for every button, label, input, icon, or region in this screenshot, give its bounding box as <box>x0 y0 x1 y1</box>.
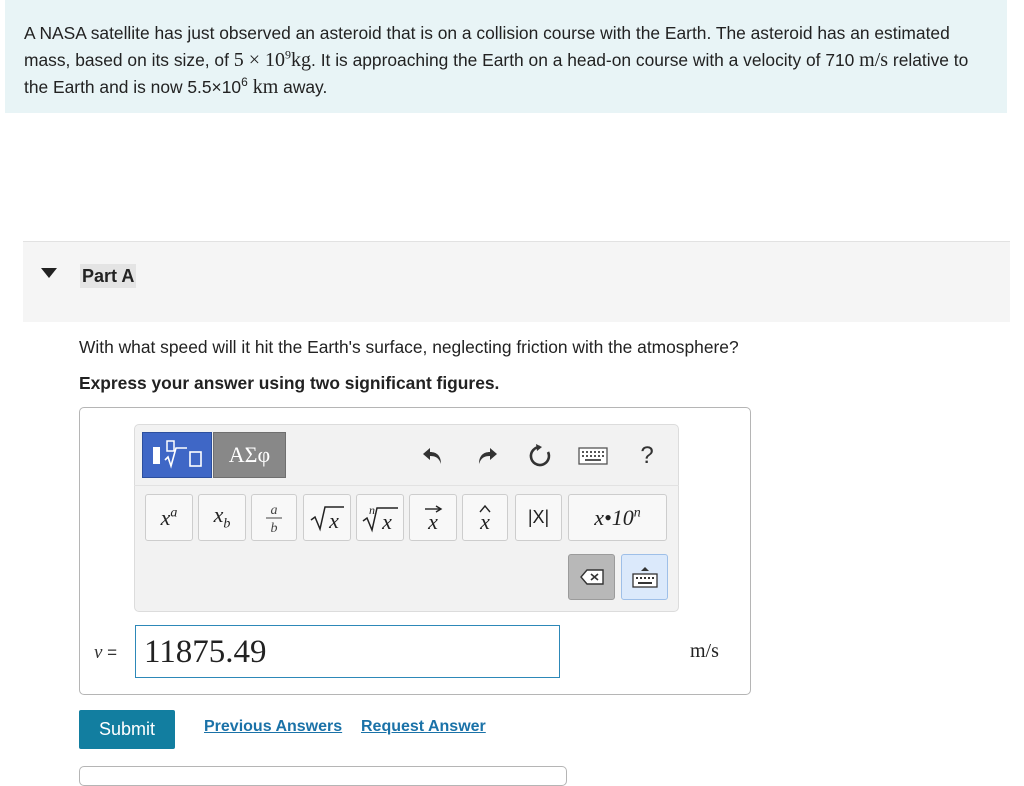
velocity-unit: m/s <box>859 49 889 71</box>
svg-text:a: a <box>271 503 278 518</box>
svg-text:n: n <box>369 503 375 517</box>
distance-exponent: 6 <box>241 75 248 90</box>
part-title[interactable]: Part A <box>80 264 137 288</box>
templates-mode-button[interactable] <box>142 432 212 478</box>
feedback-box <box>79 766 567 786</box>
subscript-button[interactable]: xb <box>198 494 246 541</box>
help-button[interactable]: ? <box>630 438 664 474</box>
collapse-triangle-icon[interactable] <box>41 268 57 278</box>
svg-text:x: x <box>328 508 339 533</box>
backspace-icon <box>579 569 604 585</box>
answer-input[interactable]: 11875.49 <box>135 625 560 678</box>
instruction-text: Express your answer using two significan… <box>79 373 500 393</box>
variable-label: v = <box>94 642 117 664</box>
svg-text:x: x <box>381 509 392 534</box>
templates-icon <box>153 440 202 469</box>
sci-exp: n <box>633 505 641 521</box>
question-text: With what speed will it hit the Earth's … <box>79 337 739 357</box>
scientific-notation-button[interactable]: x•10n <box>568 494 667 541</box>
unit-label: m/s <box>690 640 719 662</box>
unit-vector-button[interactable]: x <box>462 494 508 541</box>
svg-text:b: b <box>271 521 278 535</box>
redo-icon[interactable] <box>470 438 504 474</box>
distance-unit: km <box>247 76 279 98</box>
svg-text:x: x <box>427 509 438 533</box>
variable-symbol: v <box>94 642 103 663</box>
mass-unit: kg <box>291 49 312 71</box>
mass-value: 5 × 109kg <box>233 48 312 71</box>
previous-answers-link[interactable]: Previous Answers <box>204 718 342 736</box>
mass-coefficient: 5 × 10 <box>233 49 286 71</box>
submit-button[interactable]: Submit <box>79 710 175 749</box>
problem-text-4: away. <box>278 77 328 97</box>
problem-text-2: . It is approaching the Earth on a head-… <box>311 50 860 70</box>
equals-sign: = <box>107 643 118 662</box>
reset-icon[interactable] <box>523 438 557 474</box>
square-root-button[interactable]: x <box>303 494 351 541</box>
backspace-button[interactable] <box>568 554 615 600</box>
toolbar-divider <box>134 485 679 486</box>
greek-symbols-button[interactable]: ΑΣφ <box>213 432 286 478</box>
fraction-button[interactable]: ab <box>251 494 297 541</box>
svg-text:x: x <box>479 509 490 533</box>
undo-icon[interactable] <box>416 438 450 474</box>
request-answer-link[interactable]: Request Answer <box>361 718 486 736</box>
nth-root-button[interactable]: nx <box>356 494 404 541</box>
keyboard-shortcuts-icon[interactable] <box>576 438 610 474</box>
part-header <box>23 241 1010 322</box>
toggle-keyboard-button[interactable] <box>621 554 668 600</box>
vector-button[interactable]: x <box>409 494 457 541</box>
sci-base: x•10 <box>594 504 634 530</box>
absolute-value-button[interactable]: |X| <box>515 494 562 541</box>
keyboard-toggle-icon <box>631 567 658 588</box>
superscript-button[interactable]: xa <box>145 494 193 541</box>
problem-statement: A NASA satellite has just observed an as… <box>5 0 1007 113</box>
